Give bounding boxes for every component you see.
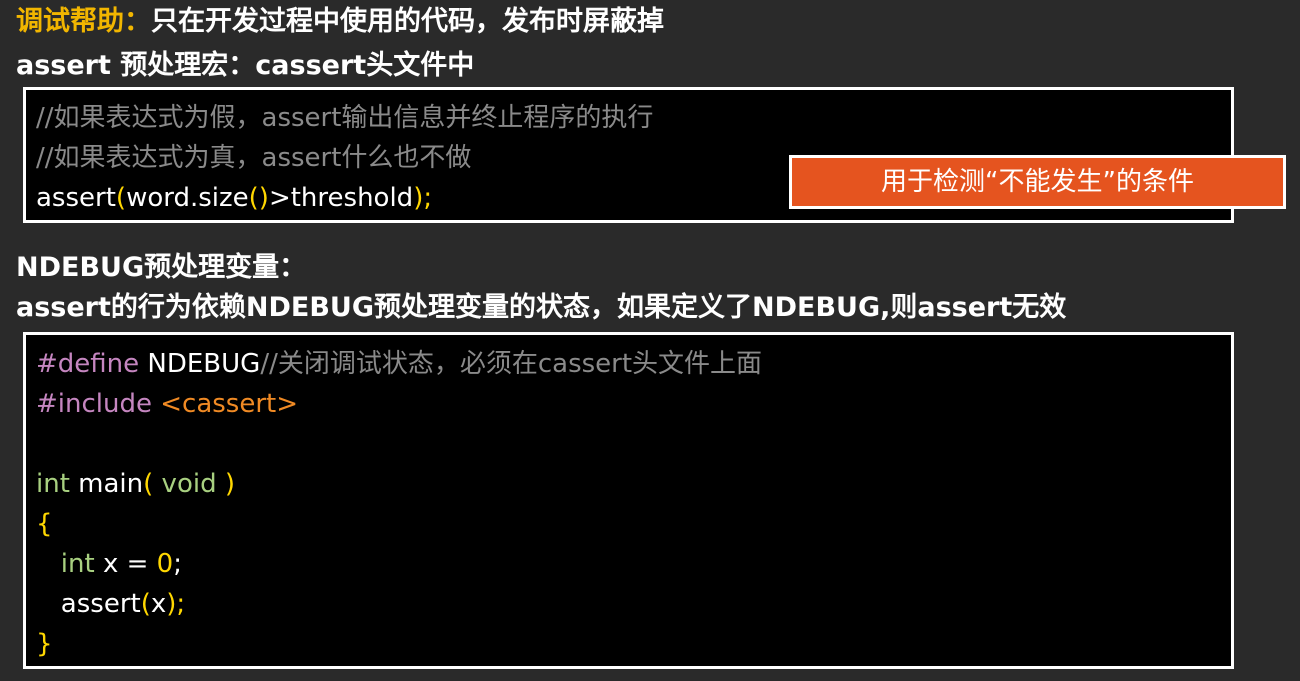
title-text: 只在开发过程中使用的代码，发布时屏蔽掉: [151, 6, 664, 37]
code-include-line: #include <cassert>: [36, 389, 299, 419]
callout-note: 用于检测“不能发生”的条件: [789, 155, 1286, 209]
title-prefix: 调试帮助：: [16, 6, 151, 37]
page-title: 调试帮助：只在开发过程中使用的代码，发布时屏蔽掉: [16, 5, 664, 39]
assert-heading: assert 预处理宏：cassert头文件中: [16, 50, 475, 81]
code-main-line: int main( void ): [36, 469, 236, 499]
ndebug-heading: NDEBUG预处理变量：: [16, 252, 307, 283]
code-decl-line: int x = 0;: [36, 549, 182, 579]
code-comment-false: //如果表达式为假，assert输出信息并终止程序的执行: [36, 103, 654, 133]
code-open-brace: {: [36, 509, 53, 539]
ndebug-description: assert的行为依赖NDEBUG预处理变量的状态，如果定义了NDEBUG,则a…: [16, 292, 1067, 323]
code-define-line: #define NDEBUG//关闭调试状态，必须在cassert头文件上面: [36, 349, 763, 379]
ndebug-code-block: #define NDEBUG//关闭调试状态，必须在cassert头文件上面 #…: [23, 332, 1234, 669]
code-close-brace: }: [36, 629, 53, 659]
code-assert-line: assert(x);: [36, 589, 186, 619]
